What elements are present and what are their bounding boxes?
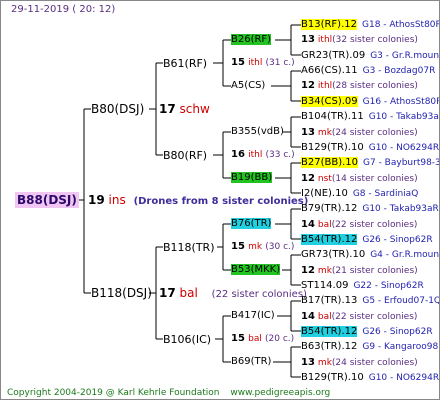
gen4-source: G5 - Erfoud07-1Q	[362, 296, 440, 307]
gen4-source: G3 - Bozdag07R	[362, 66, 436, 76]
gen2-name: B61(RF)	[163, 57, 208, 70]
gen4-source: G8 - SardiniaQ	[352, 188, 419, 199]
gen3-name: B69(TR)	[231, 356, 272, 367]
gen1-dam-name: B118(DSJ)	[91, 286, 152, 300]
root-queen-name: B88(DSJ)	[15, 192, 79, 208]
gen4-queen-row: B54(TR).12 G26 - Sinop62R	[301, 326, 433, 338]
gen4-queen-name: B13(RF).12	[301, 19, 357, 30]
gen4-source: G4 - Gr.R.mounta	[370, 250, 440, 261]
gen4-queen-name: B104(TR).11	[301, 111, 364, 123]
gen4-source: G18 - AthosSt80R	[362, 20, 440, 30]
gen4-queen-name: B54(TR).12	[301, 233, 358, 245]
gen4-source: G9 - Kangaroo98R	[362, 342, 440, 353]
footer-site-link[interactable]: www.pedigreeapis.org	[230, 388, 330, 398]
gen4-queen-name: B129(TR).10	[301, 141, 364, 153]
gen4-queen-row: B79(TR).12 G10 - Takab93aR	[301, 203, 439, 215]
gen4-queen-row: B34(CS).09 G16 - AthosSt80R	[301, 95, 440, 108]
gen1-dam-note: (22 sister colonies)	[211, 289, 307, 300]
gen4-queen-row: A66(CS).11 G3 - Bozdag07R	[301, 65, 435, 77]
gen4-queen-name: B63(TR).12	[301, 341, 358, 353]
root-abbr: ins	[108, 193, 126, 207]
gen4-queen-row: B104(TR).11 G10 - Takab93aR	[301, 111, 440, 123]
gen4-queen-row: GR23(TR).09 G3 - Gr.R.mounta	[301, 49, 440, 62]
gen2-name: B106(IC)	[163, 333, 212, 346]
date-header: 29-11-2019 ( 20: 12)	[11, 4, 116, 15]
gen1-sire-name: B80(DSJ)	[91, 102, 145, 116]
gen4-sister-row: 14 bal(22 sister colonies)	[301, 310, 418, 322]
pedigree-frame: 29-11-2019 ( 20: 12) B88(DSJ) 19 ins (Dr…	[0, 0, 440, 400]
gen4-source: G10 - NO6294R	[368, 142, 440, 153]
gen4-queen-row: B27(BB).10 G7 - Bayburt98-3	[301, 157, 440, 169]
gen3-name: B53(MKK)	[231, 264, 281, 275]
gen1-sire-info: 17 schw	[159, 102, 210, 116]
gen4-queen-name: B34(CS).09	[301, 95, 358, 107]
gen1-dam-number: 17	[159, 286, 176, 300]
gen3-name: A5(CS)	[231, 80, 266, 91]
gen4-queen-row: GR73(TR).10 G4 - Gr.R.mounta	[301, 249, 440, 261]
gen4-queen-name: B79(TR).12	[301, 203, 358, 215]
gen1-sire-number: 17	[159, 102, 176, 116]
gen4-sister-row: 12 nst(14 sister colonies)	[301, 172, 418, 184]
gen4-queen-name: I2(NE).10	[301, 187, 348, 199]
root-info: 19 ins (Drones from 8 sister colonies)	[88, 193, 308, 209]
gen4-source: G16 - AthosSt80R	[362, 96, 440, 107]
gen4-queen-row: ST114.09 G22 - Sinop62R	[301, 280, 424, 292]
gen4-source: G26 - Sinop62R	[362, 327, 433, 337]
gen4-sister-row: 13 mk(24 sister colonies)	[301, 126, 418, 138]
gen4-sister-row: 12 mk(21 sister colonies)	[301, 264, 418, 276]
gen3-sister-info: 16 ithl (33 c.)	[231, 149, 295, 160]
gen3-name: B19(BB)	[231, 172, 273, 183]
gen4-source: G10 - NO6294R	[368, 373, 440, 384]
gen4-queen-name: B54(TR).12	[301, 326, 358, 337]
gen3-name: B417(IC)	[231, 310, 275, 321]
gen4-queen-name: GR23(TR).09	[301, 49, 366, 61]
gen4-queen-row: B129(TR).10 G10 - NO6294R	[301, 372, 439, 384]
gen4-source: G7 - Bayburt98-3	[363, 158, 440, 169]
gen4-sister-row: 13 ithl(32 sister colonies)	[301, 34, 418, 46]
gen4-sister-row: 14 bal(22 sister colonies)	[301, 218, 418, 230]
gen4-sister-row: 13 mk(24 sister colonies)	[301, 356, 418, 368]
gen2-name: B118(TR)	[163, 241, 215, 254]
gen2-name: B80(RF)	[163, 149, 208, 162]
gen1-sire-abbr: schw	[179, 102, 210, 116]
gen4-source: G22 - Sinop62R	[353, 280, 424, 291]
gen3-name: B355(vdB)	[231, 126, 284, 137]
gen4-queen-row: B17(TR).13 G5 - Erfoud07-1Q	[301, 295, 440, 307]
gen4-queen-row: I2(NE).10 G8 - SardiniaQ	[301, 188, 418, 200]
gen4-sister-row: 12 ithl(28 sister colonies)	[301, 80, 418, 92]
gen4-queen-name: ST114.09	[301, 279, 349, 291]
gen4-queen-row: B63(TR).12 G9 - Kangaroo98R	[301, 341, 440, 353]
gen4-source: G3 - Gr.R.mounta	[370, 50, 440, 61]
gen3-name: B26(RF)	[231, 34, 272, 45]
root-drone-note: (Drones from 8 sister colonies)	[133, 196, 309, 207]
gen1-dam-abbr: bal	[179, 286, 198, 300]
gen3-sister-info: 15 bal (20 c.)	[231, 333, 295, 344]
gen4-source: G10 - Takab93aR	[368, 112, 440, 123]
gen4-queen-row: B54(TR).12 G26 - Sinop62R	[301, 233, 433, 246]
gen4-queen-name: B27(BB).10	[301, 157, 359, 169]
gen3-sister-info: 15 mk (30 c.)	[231, 241, 295, 252]
gen4-queen-row: B129(TR).10 G10 - NO6294R	[301, 142, 439, 154]
root-number: 19	[88, 193, 105, 207]
gen4-queen-row: B13(RF).12 G18 - AthosSt80R	[301, 19, 440, 31]
gen4-source: G10 - Takab93aR	[362, 204, 439, 215]
gen3-sister-info: 15 ithl (31 c.)	[231, 57, 295, 68]
gen4-queen-name: A66(CS).11	[301, 65, 358, 76]
gen4-queen-name: GR73(TR).10	[301, 249, 366, 261]
gen4-queen-name: B129(TR).10	[301, 372, 364, 384]
footer-copyright: Copyright 2004-2019 @ Karl Kehrle Founda…	[7, 388, 331, 398]
gen4-queen-name: B17(TR).13	[301, 295, 358, 307]
gen3-name: B76(TR)	[231, 218, 272, 229]
gen1-dam-info: 17 bal (22 sister colonies)	[159, 286, 307, 302]
gen4-source: G26 - Sinop62R	[362, 234, 433, 245]
